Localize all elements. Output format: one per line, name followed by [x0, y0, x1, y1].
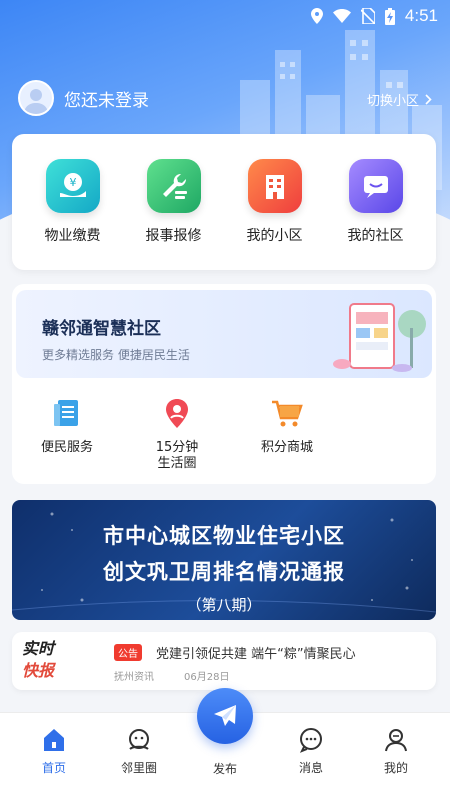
- user-icon: [24, 89, 48, 114]
- login-prompt[interactable]: 您还未登录: [18, 80, 149, 116]
- location-pin-icon: [157, 394, 197, 434]
- nav-home-label: 首页: [41, 761, 66, 775]
- banner-title: 赣邻通智慧社区: [42, 319, 161, 339]
- wifi-icon: [332, 9, 351, 23]
- svg-text:¥: ¥: [69, 176, 76, 189]
- login-text[interactable]: 您还未登录: [64, 86, 149, 111]
- nav-mine-label: 我的: [383, 761, 408, 775]
- phone-illustration: [333, 303, 426, 372]
- paper-plane-icon: [214, 705, 236, 726]
- nav-mine[interactable]: 我的: [361, 727, 431, 776]
- cart-icon: [267, 394, 307, 434]
- flash-news-logo: 实时 快报: [22, 638, 82, 682]
- avatar[interactable]: [18, 80, 54, 116]
- no-sim-icon: [360, 8, 375, 24]
- banner-subtitle: 更多精选服务 便捷居民生活: [42, 348, 190, 362]
- yuan-hand-icon: ¥: [45, 159, 100, 213]
- grid-item-property-fee[interactable]: ¥ 物业缴费: [28, 159, 118, 245]
- service-label: 15分钟 生活圈: [156, 440, 199, 472]
- wrench-icon: [146, 159, 201, 213]
- building-icon: [247, 159, 302, 213]
- grid-item-my-community[interactable]: 我的小区: [230, 159, 320, 245]
- service-label-line2: 生活圈: [157, 456, 197, 471]
- chat-icon: [348, 159, 403, 213]
- smart-community-banner[interactable]: 赣邻通智慧社区 更多精选服务 便捷居民生活: [16, 290, 432, 378]
- chevron-right-icon: [425, 94, 432, 105]
- grid-item-report-repair[interactable]: 报事报修: [129, 159, 219, 245]
- nav-messages[interactable]: 消息: [276, 727, 346, 776]
- switch-community-button[interactable]: 切换小区: [367, 90, 432, 109]
- smart-community-card: 赣邻通智慧社区 更多精选服务 便捷居民生活 便民服务 15分钟 生活圈 积分商城: [12, 284, 436, 484]
- location-icon: [310, 8, 323, 24]
- service-list: 便民服务 15分钟 生活圈 积分商城: [12, 394, 342, 472]
- nav-home[interactable]: 首页: [19, 727, 89, 776]
- nav-neighbors[interactable]: 邻里圈: [104, 727, 174, 776]
- notice-badge: 公告: [114, 644, 142, 661]
- clock: 4:51: [404, 6, 438, 25]
- news-issue: （第八期）: [186, 596, 262, 614]
- grid-label: 物业缴费: [44, 228, 101, 244]
- grid-item-my-neighborhood[interactable]: 我的社区: [331, 159, 421, 245]
- service-convenience[interactable]: 便民服务: [22, 394, 112, 472]
- flash-title[interactable]: 党建引领促共建 端午“粽”情聚民心: [156, 643, 356, 662]
- news-carousel[interactable]: 市中心城区物业住宅小区 创文巩卫周排名情况通报 （第八期）: [12, 500, 436, 620]
- flash-source: 抚州资讯: [114, 672, 154, 683]
- nav-neighbors-label: 邻里圈: [120, 761, 157, 775]
- service-points-mall[interactable]: 积分商城: [242, 394, 332, 472]
- battery-charging-icon: [384, 7, 395, 25]
- news-headline-2: 创文巩卫周排名情况通报: [103, 560, 345, 584]
- publish-label: 发布: [212, 762, 237, 776]
- neighbors-icon: [129, 729, 149, 750]
- switch-community-label: 切换小区: [366, 94, 419, 109]
- service-label: 积分商城: [260, 440, 313, 455]
- grid-label: 我的小区: [246, 228, 303, 244]
- news-headline-1: 市中心城区物业住宅小区: [103, 524, 345, 548]
- flash-date: 06月28日: [184, 672, 230, 683]
- main-function-grid: ¥ 物业缴费 报事报修 我的小区 我的社区: [12, 134, 436, 270]
- document-icon: [47, 394, 87, 434]
- message-icon: [299, 728, 322, 753]
- publish-button[interactable]: [197, 688, 253, 744]
- profile-icon: [385, 729, 407, 752]
- service-15min-life-circle[interactable]: 15分钟 生活圈: [132, 394, 222, 472]
- grid-label: 报事报修: [145, 228, 202, 244]
- status-bar: 4:51: [0, 0, 450, 32]
- nav-messages-label: 消息: [298, 761, 323, 775]
- flash-logo-line2: 快报: [22, 661, 55, 680]
- service-label-line1: 15分钟: [155, 440, 199, 455]
- home-icon: [44, 729, 64, 751]
- grid-label: 我的社区: [347, 228, 404, 244]
- flash-logo-line1: 实时: [22, 639, 55, 658]
- service-label: 便民服务: [40, 440, 93, 455]
- flash-news-card[interactable]: 实时 快报 公告 党建引领促共建 端午“粽”情聚民心 抚州资讯 06月28日: [12, 632, 436, 690]
